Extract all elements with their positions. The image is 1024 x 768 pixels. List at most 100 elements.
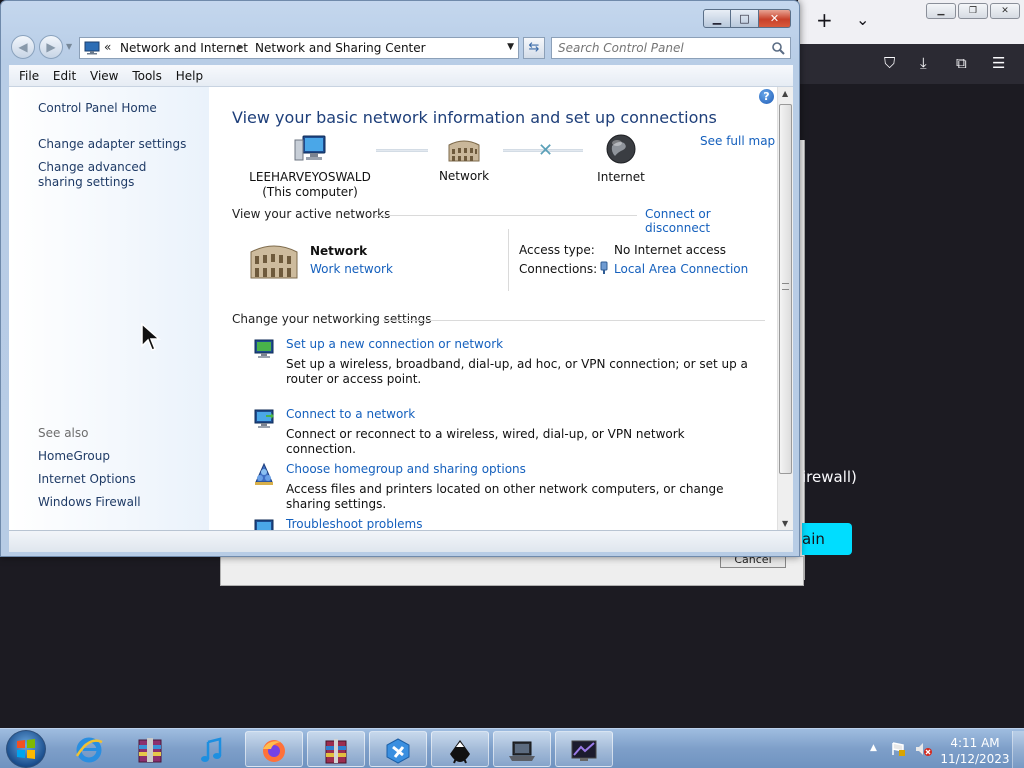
close-button[interactable]: ✕ (759, 9, 791, 28)
change-settings-heading: Change your networking settings (232, 312, 432, 326)
address-bar[interactable]: « Network and Internet ▸ Network and Sha… (79, 37, 519, 59)
change-advanced-sharing-link[interactable]: Change advanced sharing settings (38, 160, 188, 190)
firefox-minimize-button[interactable]: ▁ (926, 3, 956, 19)
see-also-heading: See also (38, 426, 89, 440)
section-divider (383, 320, 765, 321)
windows-logo-icon (17, 739, 35, 759)
start-button[interactable] (6, 730, 46, 768)
scroll-thumb[interactable] (779, 104, 792, 474)
winrar-archive-icon (138, 738, 162, 763)
access-type-value: No Internet access (614, 243, 727, 257)
forward-button[interactable]: ▶ (39, 35, 63, 59)
taskbar-computer-app[interactable] (493, 731, 551, 767)
windows-firewall-link[interactable]: Windows Firewall (38, 495, 141, 509)
active-network-name: Network (310, 244, 368, 258)
map-network-node[interactable]: Network (429, 137, 499, 184)
minimize-button[interactable]: ▁ (703, 9, 731, 28)
connect-or-disconnect-link[interactable]: Connect or disconnect (645, 207, 777, 235)
navigation-bar: ◀ ▶ ▼ « Network and Internet ▸ Network a… (9, 33, 793, 61)
firefox-tab-strip: + ⌄ ▁ ❐ ✕ (798, 0, 1024, 44)
change-adapter-settings-link[interactable]: Change adapter settings (38, 137, 186, 151)
vertical-divider (508, 229, 509, 291)
homegroup-icon (255, 462, 273, 485)
scroll-grip (782, 283, 789, 290)
breadcrumb-overflow[interactable]: « (104, 40, 111, 54)
computer-icon (294, 135, 326, 161)
search-box (551, 37, 791, 59)
breadcrumb-network-internet[interactable]: Network and Internet (120, 41, 248, 55)
local-area-connection-link[interactable]: Local Area Connection (614, 262, 748, 276)
menu-file[interactable]: File (9, 65, 44, 83)
menu-view[interactable]: View (85, 65, 123, 83)
volume-muted-icon[interactable] (914, 741, 932, 757)
refresh-button[interactable]: ⇆ (523, 37, 545, 59)
recent-pages-dropdown[interactable]: ▼ (66, 42, 72, 51)
scroll-down-arrow[interactable]: ▼ (782, 519, 788, 528)
help-icon[interactable]: ? (759, 89, 774, 104)
internet-options-link[interactable]: Internet Options (38, 472, 136, 486)
menu-tools[interactable]: Tools (127, 65, 167, 83)
troubleshoot-problems-link[interactable]: Troubleshoot problems (286, 517, 422, 530)
breadcrumb-separator[interactable]: ▸ (238, 40, 244, 53)
address-dropdown-icon[interactable]: ▼ (507, 42, 514, 52)
control-panel-icon (84, 41, 100, 55)
back-button[interactable]: ◀ (11, 35, 35, 59)
vertical-scrollbar[interactable]: ▲ ▼ (777, 87, 793, 530)
clock-date[interactable]: 11/12/2023 (938, 752, 1012, 766)
internet-explorer-icon (75, 737, 103, 763)
internet-globe-icon (606, 134, 636, 164)
toolbox-icon (386, 738, 410, 764)
tab-list-button[interactable]: ⌄ (856, 10, 869, 29)
homegroup-link[interactable]: HomeGroup (38, 449, 110, 463)
monitor-icon (571, 740, 597, 761)
internet-label: Internet (597, 170, 645, 184)
firefox-restore-button[interactable]: ❐ (958, 3, 988, 19)
map-computer-node[interactable]: LEEHARVEYOSWALD (This computer) (245, 134, 375, 200)
network-colosseum-icon[interactable] (249, 240, 299, 280)
firefox-close-button[interactable]: ✕ (990, 3, 1020, 19)
taskbar-inkscape[interactable] (431, 731, 489, 767)
map-link-line (376, 149, 428, 152)
homegroup-sharing-options-link[interactable]: Choose homegroup and sharing options (286, 462, 526, 476)
action-center-icon[interactable] (890, 741, 906, 757)
connections-label: Connections: (519, 262, 598, 276)
menu-bar: File Edit View Tools Help (9, 65, 793, 87)
firefox-dialog-bottom (220, 556, 804, 586)
active-networks-heading: View your active networks (232, 207, 391, 221)
downloads-icon[interactable]: ⤓ (920, 54, 927, 72)
taskbar-winrar-archive[interactable] (121, 731, 179, 767)
show-hidden-icons-arrow[interactable]: ▲ (870, 743, 877, 753)
see-full-map-link[interactable]: See full map (700, 134, 775, 148)
show-desktop-button[interactable] (1012, 731, 1024, 768)
hamburger-menu-icon[interactable]: ☰ (992, 54, 1005, 72)
connect-to-network-link[interactable]: Connect to a network (286, 407, 415, 421)
taskbar-firefox[interactable] (245, 731, 303, 767)
map-internet-node[interactable]: Internet (586, 134, 656, 185)
menu-edit[interactable]: Edit (48, 65, 81, 83)
clock-time[interactable]: 4:11 AM (944, 736, 1006, 750)
search-input[interactable] (552, 38, 762, 58)
taskbar-internet-explorer[interactable] (60, 731, 118, 767)
breadcrumb-sharing-center[interactable]: Network and Sharing Center (255, 41, 426, 55)
taskbar-screen-app[interactable] (555, 731, 613, 767)
scroll-up-arrow[interactable]: ▲ (782, 89, 788, 98)
try-again-button[interactable]: ain (802, 523, 852, 555)
maximize-button[interactable]: □ (731, 9, 759, 28)
status-bar (9, 530, 793, 552)
this-computer-label: (This computer) (262, 185, 358, 199)
network-sharing-center-window: ▁ □ ✕ ◀ ▶ ▼ « Network and Internet ▸ Net… (0, 0, 800, 557)
search-icon[interactable] (771, 41, 785, 55)
taskbar-toolbox[interactable] (369, 731, 427, 767)
taskbar: ▲ 4:11 AM 11/12/2023 (0, 728, 1024, 768)
network-location-link[interactable]: Work network (310, 262, 393, 276)
taskbar-winrar[interactable] (307, 731, 365, 767)
new-connection-icon (254, 339, 274, 358)
menu-help[interactable]: Help (171, 65, 208, 83)
extensions-icon[interactable]: ⧉ (956, 54, 967, 72)
taskbar-itunes[interactable] (183, 731, 241, 767)
setup-new-connection-link[interactable]: Set up a new connection or network (286, 337, 503, 351)
winrar-icon (325, 739, 347, 764)
control-panel-home-link[interactable]: Control Panel Home (38, 101, 157, 115)
new-tab-button[interactable]: + (816, 8, 833, 32)
pocket-icon[interactable]: ⛉ (884, 54, 895, 72)
